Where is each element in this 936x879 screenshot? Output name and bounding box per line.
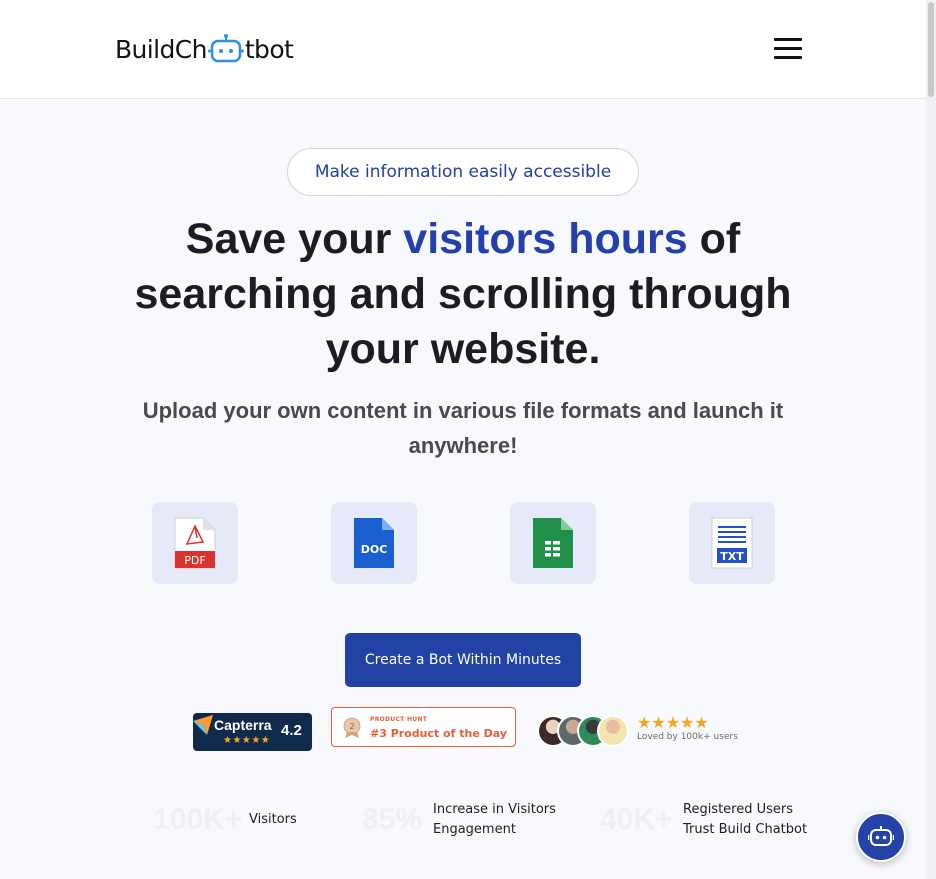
scrollbar-thumb[interactable] bbox=[928, 2, 934, 97]
create-bot-button[interactable]: Create a Bot Within Minutes bbox=[345, 633, 581, 687]
capterra-name: Capterra bbox=[214, 717, 272, 733]
site-header: BuildCh tbot bbox=[0, 0, 926, 99]
capterra-stars: ★★★★★ bbox=[223, 735, 271, 746]
pdf-label: PDF bbox=[184, 554, 205, 567]
logo-text-left: BuildCh bbox=[115, 34, 207, 64]
doc-file-icon: DOC bbox=[354, 518, 394, 568]
scrollbar[interactable] bbox=[926, 0, 936, 879]
user-rating-stars: ★★★★★ bbox=[637, 713, 709, 732]
spreadsheet-file-icon bbox=[533, 518, 573, 568]
capterra-rating: 4.2 bbox=[281, 722, 302, 739]
stat-label-line: Engagement bbox=[433, 822, 516, 837]
chat-launcher-button[interactable] bbox=[856, 812, 906, 862]
stat-label-visitors: Visitors bbox=[249, 812, 297, 827]
spreadsheet-tile bbox=[510, 502, 596, 584]
stat-number-visitors: 100K+ bbox=[153, 803, 243, 836]
menu-line bbox=[774, 38, 802, 41]
capterra-logo-icon bbox=[193, 715, 213, 735]
txt-label: TXT bbox=[720, 550, 744, 563]
medal-icon: 2 bbox=[343, 717, 361, 738]
chatbot-icon bbox=[868, 826, 894, 846]
producthunt-rank: #3 Product of the Day bbox=[370, 727, 507, 740]
stat-label-engagement: Increase in Visitors Engagement bbox=[433, 800, 556, 840]
doc-tile: DOC bbox=[331, 502, 417, 584]
menu-line bbox=[774, 47, 802, 50]
producthunt-badge[interactable]: 2 PRODUCT HUNT #3 Product of the Day bbox=[331, 707, 516, 747]
pdf-tile: PDF bbox=[152, 502, 238, 584]
logo-text-right: tbot bbox=[244, 34, 294, 64]
stat-label-users: Registered Users Trust Build Chatbot bbox=[683, 800, 807, 840]
txt-tile: TXT bbox=[689, 502, 775, 584]
stat-number-users: 40K+ bbox=[600, 803, 673, 836]
doc-label: DOC bbox=[361, 543, 388, 556]
hero-headline: Save your visitors hours of searching an… bbox=[120, 212, 806, 377]
stat-number-engagement: 85% bbox=[362, 803, 423, 836]
tagline-pill: Make information easily accessible bbox=[287, 148, 639, 196]
avatar bbox=[597, 715, 629, 747]
stat-label-line: Increase in Visitors bbox=[433, 802, 556, 817]
stat-label-line: Trust Build Chatbot bbox=[683, 822, 808, 837]
menu-line bbox=[774, 56, 802, 59]
medal-number: 2 bbox=[349, 722, 354, 731]
txt-file-icon: TXT bbox=[711, 517, 753, 569]
user-avatars bbox=[537, 715, 633, 748]
hero-subheadline: Upload your own content in various file … bbox=[142, 398, 784, 458]
headline-accent: visitors hours bbox=[403, 215, 688, 263]
loved-by-text: Loved by 100k+ users bbox=[637, 732, 738, 742]
stat-label-line: Registered Users bbox=[683, 802, 794, 817]
headline-part-1: Save your bbox=[185, 215, 404, 263]
hamburger-menu-icon[interactable] bbox=[772, 36, 804, 62]
capterra-badge[interactable]: Capterra ★★★★★ 4.2 bbox=[193, 713, 312, 751]
producthunt-label: PRODUCT HUNT bbox=[370, 716, 428, 723]
pdf-file-icon: PDF bbox=[174, 517, 216, 569]
logo[interactable]: BuildCh tbot bbox=[115, 32, 294, 66]
chatbot-logo-icon bbox=[207, 34, 244, 63]
